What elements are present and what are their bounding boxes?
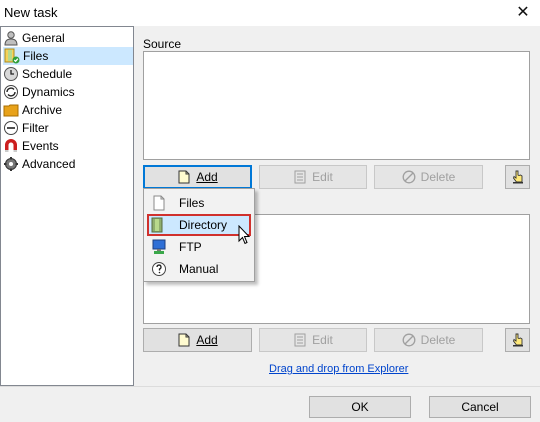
clock-icon xyxy=(3,66,19,82)
nav-label: Dynamics xyxy=(22,85,75,99)
nav-label: Files xyxy=(23,49,49,63)
magnet-icon xyxy=(3,138,19,154)
nav-label: Archive xyxy=(22,103,63,117)
filter-minus-icon xyxy=(3,120,19,136)
nav-label: Schedule xyxy=(22,67,73,81)
close-button[interactable]: ✕ xyxy=(512,2,534,24)
edit-label: Edit xyxy=(312,170,333,184)
file-icon xyxy=(151,195,167,211)
delete-icon xyxy=(402,333,416,347)
menu-item-label: FTP xyxy=(179,240,202,254)
nav-item-filter[interactable]: Filter xyxy=(3,119,133,137)
source-list[interactable] xyxy=(143,51,530,160)
delete-button-bottom[interactable]: Delete xyxy=(374,328,483,352)
title-bar: New task ✕ xyxy=(0,0,540,26)
category-nav: General Files Schedule Dynamics Archive … xyxy=(0,26,134,386)
pointing-hand-icon xyxy=(511,170,525,184)
edit-label: Edit xyxy=(312,333,333,347)
edit-button[interactable]: Edit xyxy=(259,165,367,189)
new-file-icon xyxy=(177,170,191,184)
edit-icon xyxy=(293,170,307,184)
nav-item-schedule[interactable]: Schedule xyxy=(3,65,133,83)
ftp-computer-icon xyxy=(151,239,167,255)
menu-item-manual[interactable]: Manual xyxy=(147,258,251,280)
new-file-icon xyxy=(177,333,191,347)
menu-item-label: Manual xyxy=(179,262,219,276)
nav-item-advanced[interactable]: Advanced xyxy=(3,155,133,173)
source-label: Source xyxy=(143,37,182,51)
add-label: Add xyxy=(196,170,218,184)
menu-item-files[interactable]: Files xyxy=(147,192,251,214)
pick-button[interactable] xyxy=(505,165,530,189)
delete-icon xyxy=(402,170,416,184)
pointing-hand-icon xyxy=(511,333,525,347)
nav-item-files[interactable]: Files xyxy=(3,47,133,65)
footer-separator xyxy=(0,386,540,387)
files-check-icon xyxy=(4,48,20,64)
window-title: New task xyxy=(4,5,58,20)
delete-button[interactable]: Delete xyxy=(374,165,483,189)
mouse-cursor-icon xyxy=(238,225,251,245)
edit-button-bottom[interactable]: Edit xyxy=(259,328,367,352)
nav-label: General xyxy=(22,31,65,45)
ok-button[interactable]: OK xyxy=(309,396,411,418)
delete-label: Delete xyxy=(420,333,456,347)
nav-item-archive[interactable]: Archive xyxy=(3,101,133,119)
sync-icon xyxy=(3,84,19,100)
help-icon xyxy=(151,261,167,277)
nav-item-events[interactable]: Events xyxy=(3,137,133,155)
menu-item-ftp[interactable]: FTP xyxy=(147,236,251,258)
nav-item-general[interactable]: General xyxy=(3,29,133,47)
gear-icon xyxy=(3,156,19,172)
delete-label: Delete xyxy=(420,170,456,184)
edit-icon xyxy=(293,333,307,347)
person-icon xyxy=(3,30,19,46)
add-button-bottom[interactable]: Add xyxy=(143,328,252,352)
directory-icon xyxy=(151,217,167,233)
pick-button-bottom[interactable] xyxy=(505,328,530,352)
nav-item-dynamics[interactable]: Dynamics xyxy=(3,83,133,101)
menu-item-label: Files xyxy=(179,196,205,210)
add-button[interactable]: Add xyxy=(143,165,252,189)
nav-label: Advanced xyxy=(22,157,76,171)
menu-item-label: Directory xyxy=(179,218,228,232)
add-label: Add xyxy=(196,333,218,347)
menu-item-directory[interactable]: Directory xyxy=(147,214,251,236)
nav-label: Filter xyxy=(22,121,49,135)
cancel-button[interactable]: Cancel xyxy=(429,396,531,418)
archive-folder-icon xyxy=(3,102,19,118)
nav-label: Events xyxy=(22,139,59,153)
drag-drop-link[interactable]: Drag and drop from Explorer xyxy=(269,363,408,375)
